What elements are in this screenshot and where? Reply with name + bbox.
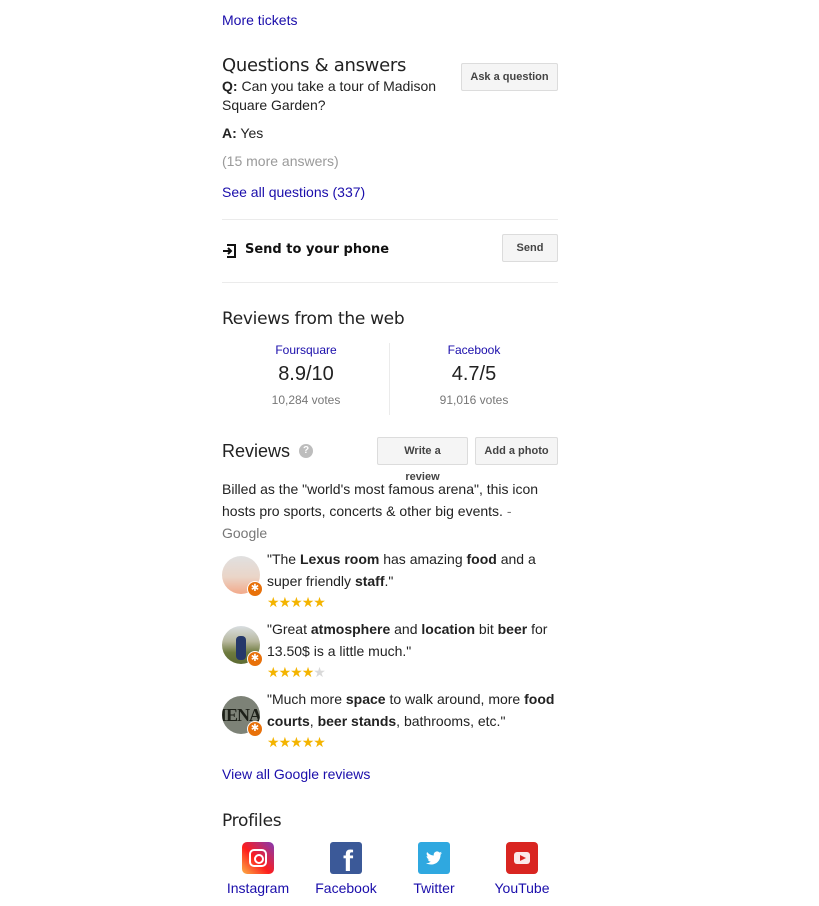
review-text: "The Lexus room has amazing food and a s… <box>267 551 536 589</box>
review-item[interactable]: ✱ "Great atmosphere and location bit bee… <box>222 618 558 680</box>
send-to-phone-icon <box>223 244 236 258</box>
a-prefix: A: <box>222 125 237 141</box>
divider <box>222 282 558 283</box>
web-review-source-link[interactable]: Foursquare <box>222 343 390 357</box>
web-review-source-link[interactable]: Facebook <box>390 343 558 357</box>
review-item[interactable]: IENA ✱ "Much more space to walk around, … <box>222 688 558 750</box>
star-filled-icon: ★ <box>267 664 280 680</box>
instagram-icon <box>242 842 274 874</box>
local-guide-badge-icon: ✱ <box>247 651 263 667</box>
more-answers-link[interactable]: (15 more answers) <box>222 151 558 171</box>
summary-text: Billed as the "world's most famous arena… <box>222 481 539 519</box>
see-all-questions-link[interactable]: See all questions (337) <box>222 182 558 202</box>
star-empty-icon: ★ <box>313 664 326 680</box>
review-item[interactable]: ✱ "The Lexus room has amazing food and a… <box>222 548 558 610</box>
star-filled-icon: ★ <box>290 594 303 610</box>
profile-label: Facebook <box>315 880 377 896</box>
review-text: "Much more space to walk around, more fo… <box>267 691 555 729</box>
view-all-reviews-link[interactable]: View all Google reviews <box>222 764 558 784</box>
star-rating: ★★★★★ <box>267 594 326 610</box>
web-review-votes: 91,016 votes <box>439 393 509 407</box>
web-review-score: 4.7/5 <box>451 363 497 385</box>
send-button[interactable]: Send <box>502 234 558 262</box>
divider <box>222 219 558 220</box>
star-rating: ★★★★★ <box>267 664 326 680</box>
web-review-score: 8.9/10 <box>278 363 334 385</box>
profile-facebook[interactable]: f Facebook <box>301 842 391 896</box>
profile-twitter[interactable]: Twitter <box>389 842 479 896</box>
ask-question-button[interactable]: Ask a question <box>461 63 558 91</box>
star-filled-icon: ★ <box>301 734 315 750</box>
profile-instagram[interactable]: Instagram <box>213 842 303 896</box>
more-tickets-link[interactable]: More tickets <box>222 10 558 30</box>
question-text: Can you take a tour of Madison Square Ga… <box>222 78 437 113</box>
web-review-foursquare: Foursquare 8.9/10 10,284 votes <box>222 343 390 407</box>
qa-answer: A: Yes <box>222 123 558 143</box>
star-filled-icon: ★ <box>290 734 303 750</box>
review-text: "Great atmosphere and location bit beer … <box>267 621 548 659</box>
reviews-summary: Billed as the "world's most famous arena… <box>222 478 552 544</box>
profiles-title: Profiles <box>222 811 282 831</box>
web-reviews-title: Reviews from the web <box>222 309 405 329</box>
star-filled-icon: ★ <box>313 594 326 610</box>
add-photo-button[interactable]: Add a photo <box>475 437 558 465</box>
profile-label: YouTube <box>494 880 550 896</box>
web-review-votes: 10,284 votes <box>271 393 341 407</box>
star-filled-icon: ★ <box>301 594 315 610</box>
profile-label: Instagram <box>226 880 290 896</box>
profile-youtube[interactable]: YouTube <box>477 842 567 896</box>
star-filled-icon: ★ <box>313 734 326 750</box>
star-rating: ★★★★★ <box>267 734 326 750</box>
send-to-phone-label: Send to your phone <box>245 242 390 257</box>
local-guide-badge-icon: ✱ <box>247 581 263 597</box>
twitter-icon <box>418 842 450 874</box>
facebook-icon: f <box>330 842 362 874</box>
youtube-icon <box>506 842 538 874</box>
local-guide-badge-icon: ✱ <box>247 721 263 737</box>
star-filled-icon: ★ <box>278 734 292 750</box>
star-filled-icon: ★ <box>267 734 280 750</box>
star-filled-icon: ★ <box>267 594 280 610</box>
question-mark-icon[interactable]: ? <box>299 444 313 458</box>
web-review-facebook: Facebook 4.7/5 91,016 votes <box>390 343 558 407</box>
profile-label: Twitter <box>413 880 455 896</box>
star-filled-icon: ★ <box>290 664 303 680</box>
star-filled-icon: ★ <box>301 664 315 680</box>
q-prefix: Q: <box>222 78 238 94</box>
qa-question: Q: Can you take a tour of Madison Square… <box>222 77 452 115</box>
write-review-button[interactable]: Write a review <box>377 437 468 483</box>
star-filled-icon: ★ <box>278 664 292 680</box>
star-filled-icon: ★ <box>278 594 292 610</box>
answer-text: Yes <box>240 125 264 141</box>
